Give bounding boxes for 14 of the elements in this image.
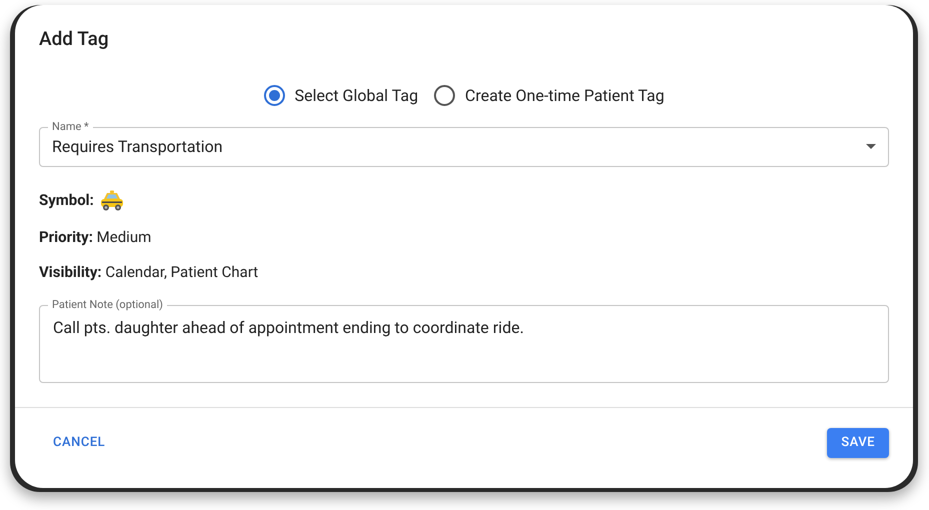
detail-text: Priority: Medium bbox=[39, 226, 152, 246]
field-label: Patient Note (optional) bbox=[48, 298, 167, 312]
radio-icon[interactable] bbox=[434, 85, 456, 106]
detail-text: Visibility: Calendar, Patient Chart bbox=[39, 262, 260, 280]
field-label: Name * bbox=[48, 120, 93, 134]
dialog-title: Add Tag bbox=[39, 26, 110, 52]
radio-option[interactable]: Create One-time Patient Tag bbox=[434, 84, 664, 108]
save-button[interactable]: SAVE bbox=[827, 428, 889, 458]
dropdown-caret-icon bbox=[866, 144, 876, 149]
cancel-button[interactable]: CANCEL bbox=[39, 428, 120, 458]
detail-label: Symbol: bbox=[39, 190, 94, 212]
taxi-icon bbox=[98, 190, 125, 212]
radio-option[interactable]: Select Global Tag bbox=[264, 84, 418, 108]
radio-icon[interactable] bbox=[264, 85, 285, 106]
